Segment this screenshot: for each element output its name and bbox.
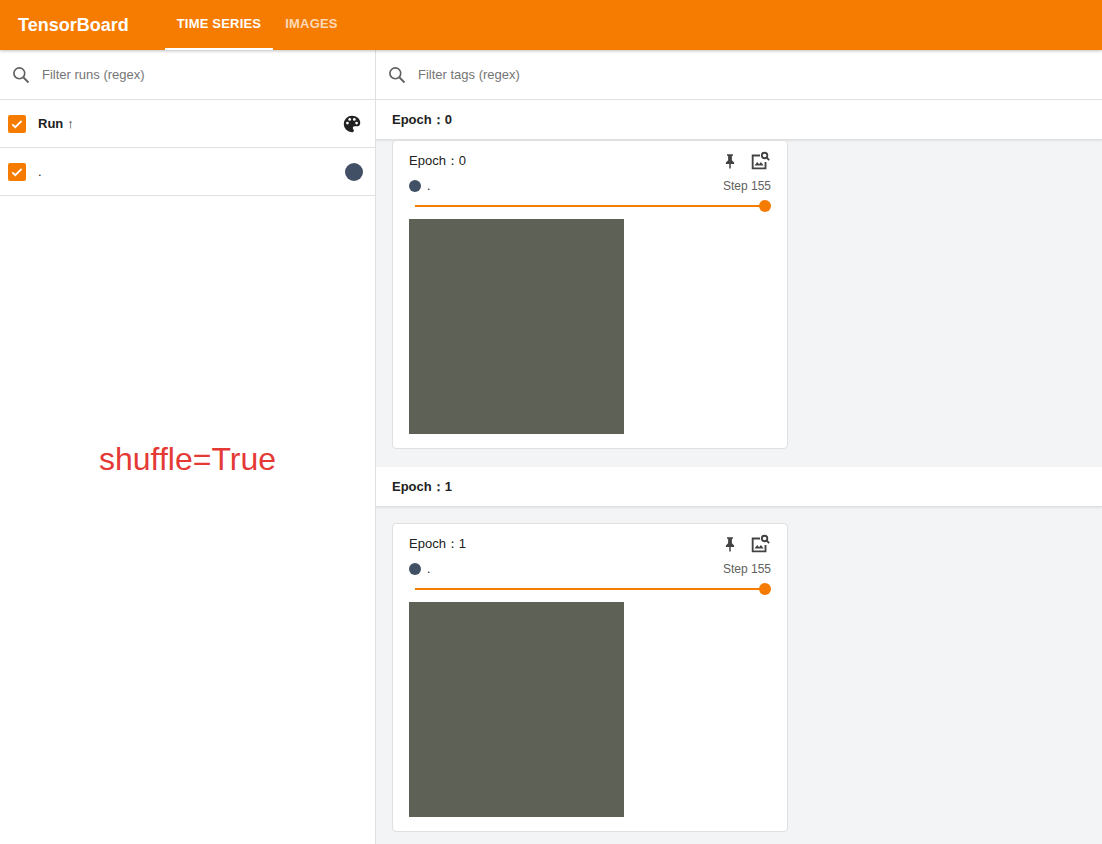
run-color-dot <box>409 563 421 575</box>
top-bar: TensorBoard TIME SERIES IMAGES <box>0 0 1102 50</box>
pin-icon[interactable] <box>719 533 741 555</box>
search-input[interactable] <box>40 64 365 86</box>
app-title: TensorBoard <box>18 12 129 39</box>
run-color-dot[interactable] <box>345 163 363 181</box>
card-run: . Step 155 <box>409 560 771 578</box>
card-header: Epoch：1 <box>409 532 771 556</box>
nav-tab[interactable]: TIME SERIES <box>165 0 274 50</box>
brand: TensorBoard <box>18 0 165 50</box>
expand-image-icon[interactable] <box>749 533 771 555</box>
image-grid[interactable] <box>409 602 624 817</box>
tags-search <box>376 50 1102 100</box>
runs-search <box>0 50 375 100</box>
step-label: Step 155 <box>723 177 771 195</box>
image-grid[interactable] <box>409 219 624 434</box>
step-label: Step 155 <box>723 560 771 578</box>
group-body: Epoch：1. Step 155 <box>376 507 1102 832</box>
sort-icon[interactable]: ↑ <box>67 114 74 134</box>
cards-area: Epoch：0Epoch：0.Step 155Epoch：1Epoch：1.St… <box>376 50 1102 844</box>
card-header: Epoch：0 <box>409 149 771 173</box>
group-body: Epoch：0. Step 155 <box>376 140 1102 449</box>
run-name: . <box>427 560 717 578</box>
nav-tab[interactable]: IMAGES <box>273 0 349 50</box>
annotation: shuffle=True <box>0 440 375 478</box>
run-color-dot <box>409 180 421 192</box>
slider-fill <box>415 588 765 590</box>
search-icon <box>10 64 32 86</box>
search-input[interactable] <box>416 64 1092 86</box>
pin-icon[interactable] <box>719 150 741 172</box>
run-row[interactable]: . <box>0 148 375 196</box>
card-run: . Step 155 <box>409 177 771 195</box>
runs-header: Run↑ <box>0 100 375 148</box>
image-card: Epoch：1. Step 155 <box>392 523 788 832</box>
runs-panel: Run↑. shuffle=True <box>0 50 376 844</box>
step-slider[interactable] <box>415 588 765 590</box>
run-column-header[interactable]: Run↑ <box>38 114 74 134</box>
card-title: Epoch：0 <box>409 151 711 171</box>
run-name: . <box>38 162 333 182</box>
checkbox[interactable] <box>8 163 26 181</box>
slider-fill <box>415 205 765 207</box>
checkbox[interactable] <box>8 115 26 133</box>
slider-thumb[interactable] <box>759 200 771 212</box>
expand-image-icon[interactable] <box>749 150 771 172</box>
run-name: . <box>427 177 717 195</box>
card-title: Epoch：1 <box>409 534 711 554</box>
card-group: Epoch：1 Epoch：1. Step 155 <box>376 467 1102 832</box>
tab-label: IMAGES <box>285 14 337 34</box>
step-slider[interactable] <box>415 205 765 207</box>
tab-label: TIME SERIES <box>177 14 262 34</box>
image-card: Epoch：0. Step 155 <box>392 140 788 449</box>
palette-icon[interactable] <box>341 113 363 135</box>
run-column-label: Run <box>38 114 63 134</box>
slider-thumb[interactable] <box>759 583 771 595</box>
card-group: Epoch：0 Epoch：0. Step 155 <box>376 100 1102 449</box>
main-area: Run↑.shuffle=TrueEpoch：0Epoch：0.Step 155… <box>0 50 1102 844</box>
group-header[interactable]: Epoch：0 <box>376 100 1102 140</box>
group-header[interactable]: Epoch：1 <box>376 467 1102 507</box>
search-icon <box>386 64 408 86</box>
